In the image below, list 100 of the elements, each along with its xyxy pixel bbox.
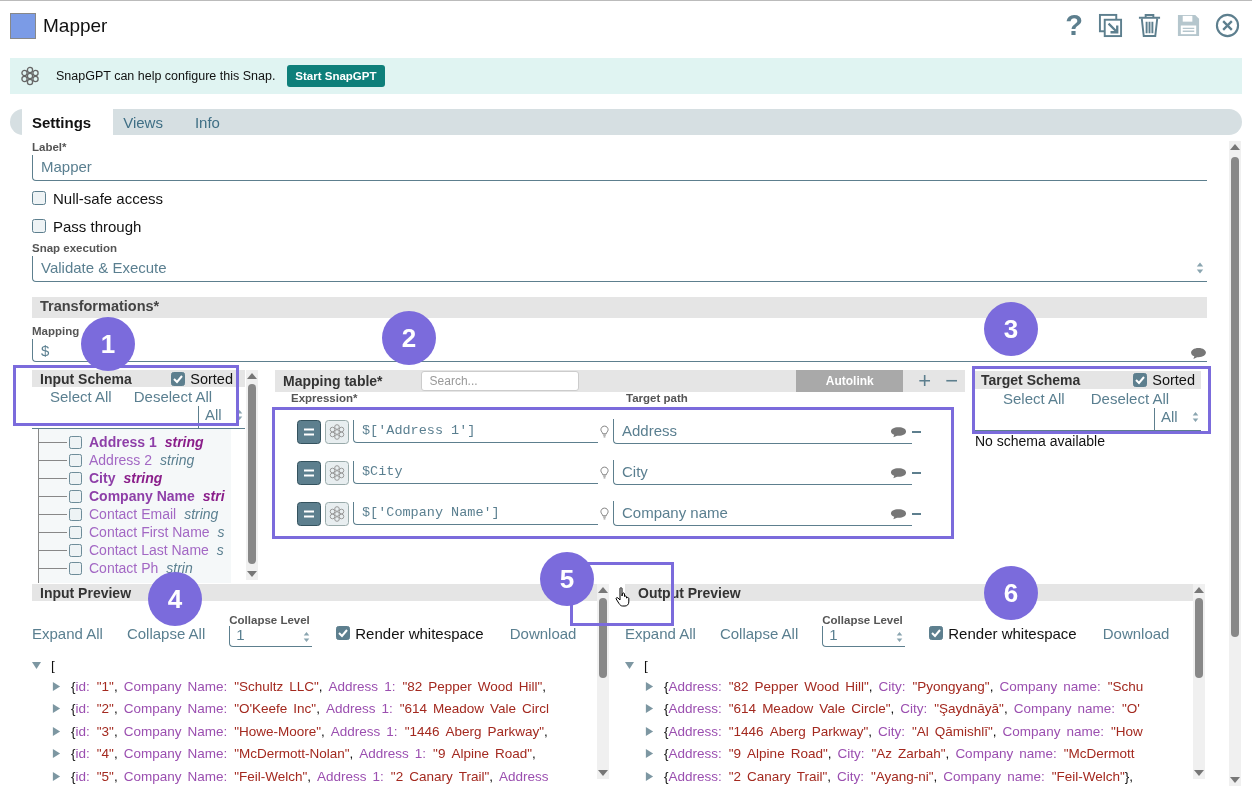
checkbox[interactable] [1133, 373, 1148, 387]
add-button[interactable]: + [911, 371, 939, 391]
type-filter-select[interactable]: All [199, 406, 245, 428]
field-name[interactable]: Contact First Name [89, 524, 210, 540]
json-value: "How [1110, 723, 1143, 739]
checkbox[interactable] [32, 219, 46, 233]
expand-arrow-icon[interactable] [52, 749, 61, 759]
autolink-button[interactable]: Autolink [796, 370, 904, 392]
field-type: stri [202, 488, 225, 504]
expand-arrow-icon[interactable] [645, 771, 654, 781]
select-all-link[interactable]: Select All [1003, 390, 1065, 407]
stepper-arrows-icon[interactable] [236, 408, 243, 422]
expand-arrow-icon[interactable] [645, 704, 654, 714]
field-label: Snap execution [32, 242, 117, 256]
lightbulb-icon[interactable] [600, 466, 609, 479]
deselect-all-link[interactable]: Deselect All [1090, 390, 1170, 407]
json-key: Address 1: [328, 678, 396, 694]
json-value: "Al Qāmishlī" [912, 723, 993, 739]
checkbox[interactable] [69, 435, 82, 449]
json-value: "4" [96, 746, 114, 762]
expression-field[interactable]: $['Address 1'] [353, 420, 598, 443]
expand-arrow-icon[interactable] [52, 704, 61, 714]
collapse-all-link[interactable]: Collapse All [719, 624, 799, 642]
collapse-arrow-icon[interactable] [32, 660, 41, 670]
expression-field[interactable]: $City [353, 461, 598, 484]
checkbox[interactable] [32, 191, 46, 205]
expand-arrow-icon[interactable] [645, 726, 654, 736]
checkbox[interactable] [69, 561, 82, 575]
checkbox[interactable] [69, 525, 82, 539]
scrollbar[interactable] [597, 584, 609, 779]
panel-title: Target Schema [981, 372, 1081, 388]
field-name[interactable]: Address 1 [89, 434, 157, 450]
type-filter-select[interactable]: All [1155, 408, 1201, 430]
close-icon[interactable] [1215, 13, 1240, 38]
collapse-level-field[interactable]: 1 [229, 625, 313, 647]
expand-arrow-icon[interactable] [52, 771, 61, 781]
checkbox[interactable] [336, 626, 351, 640]
hand-cursor-icon [615, 587, 631, 607]
scrollbar[interactable] [1229, 141, 1241, 786]
remove-button[interactable]: − [938, 371, 965, 391]
stepper-arrows-icon[interactable] [303, 629, 311, 644]
equals-button[interactable] [297, 460, 321, 485]
tab[interactable]: Info [184, 109, 242, 135]
lightbulb-icon[interactable] [600, 507, 609, 520]
json-punctuation: , [933, 768, 938, 784]
field-name[interactable]: City [89, 470, 116, 486]
checkbox[interactable] [69, 453, 82, 467]
comment-icon[interactable] [890, 466, 907, 479]
expression-field[interactable]: $['Company Name'] [353, 502, 598, 525]
expand-arrow-icon[interactable] [645, 681, 654, 691]
checkbox[interactable] [69, 507, 82, 521]
collapse-all-link[interactable]: Collapse All [126, 624, 206, 642]
json-key: Company Name: [123, 701, 228, 717]
scrollbar[interactable] [1193, 584, 1205, 779]
json-key: id: [75, 746, 90, 762]
equals-button[interactable] [297, 501, 321, 526]
json-key: Address: [668, 701, 722, 717]
expand-all-link[interactable]: Expand All [32, 624, 103, 642]
equals-button[interactable] [297, 419, 321, 444]
field-name[interactable]: Address 2 [89, 452, 153, 468]
download-link[interactable]: Download [509, 624, 577, 642]
checkbox[interactable] [69, 471, 82, 485]
expand-arrow-icon[interactable] [645, 749, 654, 759]
help-button[interactable]: ? [1064, 13, 1084, 38]
tab[interactable]: Views [113, 109, 185, 135]
start-snapgpt-button[interactable]: Start SnapGPT [287, 65, 385, 87]
export-icon[interactable] [1098, 13, 1123, 38]
stepper-arrows-icon[interactable] [1192, 410, 1199, 424]
stepper-arrows-icon[interactable] [896, 629, 904, 644]
json-bracket: [ [644, 657, 648, 673]
search-field[interactable]: Search... [420, 371, 579, 391]
stepper-arrows-icon[interactable] [1196, 260, 1204, 276]
json-value: "Şaydnāyā" [934, 701, 1004, 717]
field-name[interactable]: Contact Email [89, 506, 177, 522]
collapse-arrow-icon[interactable] [625, 660, 634, 670]
label-field[interactable]: Mapper [32, 155, 1207, 181]
expand-arrow-icon[interactable] [52, 681, 61, 691]
json-key: id: [75, 723, 90, 739]
scrollbar[interactable] [246, 370, 258, 580]
trash-icon[interactable] [1137, 13, 1162, 38]
comment-icon[interactable] [890, 425, 907, 438]
deselect-all-link[interactable]: Deselect All [133, 388, 213, 405]
collapse-level-field[interactable]: 1 [822, 625, 906, 647]
comment-icon[interactable] [1190, 347, 1207, 360]
expand-arrow-icon[interactable] [52, 726, 61, 736]
tab[interactable]: Settings [22, 109, 114, 135]
checkbox[interactable] [929, 626, 944, 640]
checkbox[interactable] [69, 543, 82, 557]
json-value: "Schultz LLC" [234, 678, 319, 694]
expand-all-link[interactable]: Expand All [625, 624, 696, 642]
lightbulb-icon[interactable] [600, 425, 609, 438]
field-name[interactable]: Company Name [89, 488, 195, 504]
json-punctuation: , [113, 746, 118, 762]
field-name[interactable]: Contact Last Name [89, 542, 209, 558]
comment-icon[interactable] [890, 507, 907, 520]
checkbox[interactable] [171, 371, 186, 386]
download-link[interactable]: Download [1102, 624, 1170, 642]
select-all-link[interactable]: Select All [50, 388, 112, 405]
snap-execution-select[interactable]: Validate & Execute [32, 256, 1207, 282]
checkbox[interactable] [69, 489, 82, 503]
